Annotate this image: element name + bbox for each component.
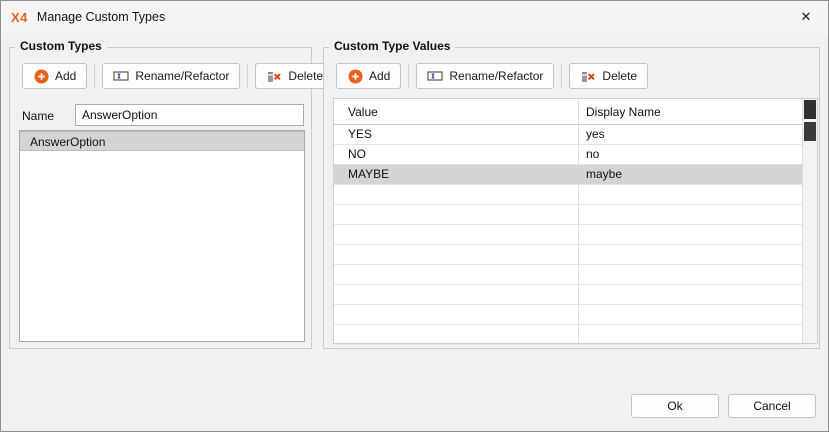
cell-value [348, 305, 572, 325]
custom-types-group: Custom Types Add Rename/Refactor D [9, 47, 312, 349]
toolbar-separator [561, 64, 562, 88]
custom-type-values-toolbar: Add Rename/Refactor Delete [336, 63, 648, 89]
cell-value: NO [348, 145, 572, 165]
cell-display-name [586, 205, 798, 225]
cell-display-name [586, 185, 798, 205]
scrollbar-up-button[interactable] [804, 100, 816, 119]
rename-icon [427, 68, 443, 84]
types-add-label: Add [55, 69, 76, 83]
table-row-empty[interactable] [334, 305, 802, 325]
types-rename-button[interactable]: Rename/Refactor [102, 63, 240, 89]
toolbar-separator [247, 64, 248, 88]
cell-value [348, 265, 572, 285]
types-rename-label: Rename/Refactor [135, 69, 229, 83]
window-title: Manage Custom Types [37, 10, 165, 24]
cell-display-name [586, 265, 798, 285]
cell-display-name [586, 305, 798, 325]
list-item[interactable]: AnswerOption [20, 131, 304, 151]
name-input[interactable] [75, 104, 304, 126]
types-delete-label: Delete [288, 69, 323, 83]
values-table-header: Value Display Name [334, 99, 802, 125]
rename-icon [113, 68, 129, 84]
ok-button[interactable]: Ok [631, 394, 719, 418]
toolbar-separator [408, 64, 409, 88]
values-rename-label: Rename/Refactor [449, 69, 543, 83]
types-add-button[interactable]: Add [22, 63, 87, 89]
column-header-display-name[interactable]: Display Name [586, 99, 661, 125]
values-table: Value Display Name YES yes NO no MAYBE maybe [333, 98, 818, 344]
cell-value [348, 205, 572, 225]
column-header-value[interactable]: Value [348, 99, 378, 125]
custom-type-values-group-label: Custom Type Values [329, 39, 455, 53]
table-row-empty[interactable] [334, 265, 802, 285]
cell-display-name: maybe [586, 165, 798, 185]
toolbar-separator [94, 64, 95, 88]
cell-display-name [586, 285, 798, 305]
values-delete-label: Delete [602, 69, 637, 83]
table-row-empty[interactable] [334, 185, 802, 205]
cell-display-name [586, 325, 798, 345]
scrollbar-thumb[interactable] [804, 122, 816, 141]
add-icon [347, 68, 363, 84]
app-logo: X4 [11, 10, 28, 25]
title-bar: X4 Manage Custom Types ✕ [1, 1, 828, 33]
cell-value [348, 225, 572, 245]
table-row[interactable]: MAYBE maybe [334, 165, 802, 185]
cell-value [348, 325, 572, 345]
table-row-empty[interactable] [334, 245, 802, 265]
table-scrollbar[interactable] [802, 99, 817, 343]
table-row[interactable]: NO no [334, 145, 802, 165]
delete-icon [266, 68, 282, 84]
table-row-empty[interactable] [334, 225, 802, 245]
values-rename-button[interactable]: Rename/Refactor [416, 63, 554, 89]
custom-types-toolbar: Add Rename/Refactor Delete [22, 63, 334, 89]
table-row-empty[interactable] [334, 285, 802, 305]
table-row-empty[interactable] [334, 205, 802, 225]
delete-icon [580, 68, 596, 84]
manage-custom-types-dialog: X4 Manage Custom Types ✕ Custom Types Ad… [0, 0, 829, 432]
custom-type-values-group: Custom Type Values Add Rename/Refactor [323, 47, 820, 349]
table-row[interactable]: YES yes [334, 125, 802, 145]
cell-value [348, 285, 572, 305]
cell-value [348, 245, 572, 265]
cell-display-name: yes [586, 125, 798, 145]
close-button[interactable]: ✕ [784, 1, 828, 33]
values-delete-button[interactable]: Delete [569, 63, 648, 89]
cell-display-name [586, 225, 798, 245]
cancel-button[interactable]: Cancel [728, 394, 816, 418]
values-add-button[interactable]: Add [336, 63, 401, 89]
cell-value: MAYBE [348, 165, 572, 185]
cell-display-name [586, 245, 798, 265]
add-icon [33, 68, 49, 84]
cell-display-name: no [586, 145, 798, 165]
cell-value: YES [348, 125, 572, 145]
custom-types-list[interactable]: AnswerOption [19, 130, 305, 342]
name-label: Name [22, 109, 54, 123]
values-table-body: YES yes NO no MAYBE maybe [334, 125, 802, 343]
cell-value [348, 185, 572, 205]
values-add-label: Add [369, 69, 390, 83]
table-row-empty[interactable] [334, 325, 802, 345]
custom-types-group-label: Custom Types [15, 39, 107, 53]
